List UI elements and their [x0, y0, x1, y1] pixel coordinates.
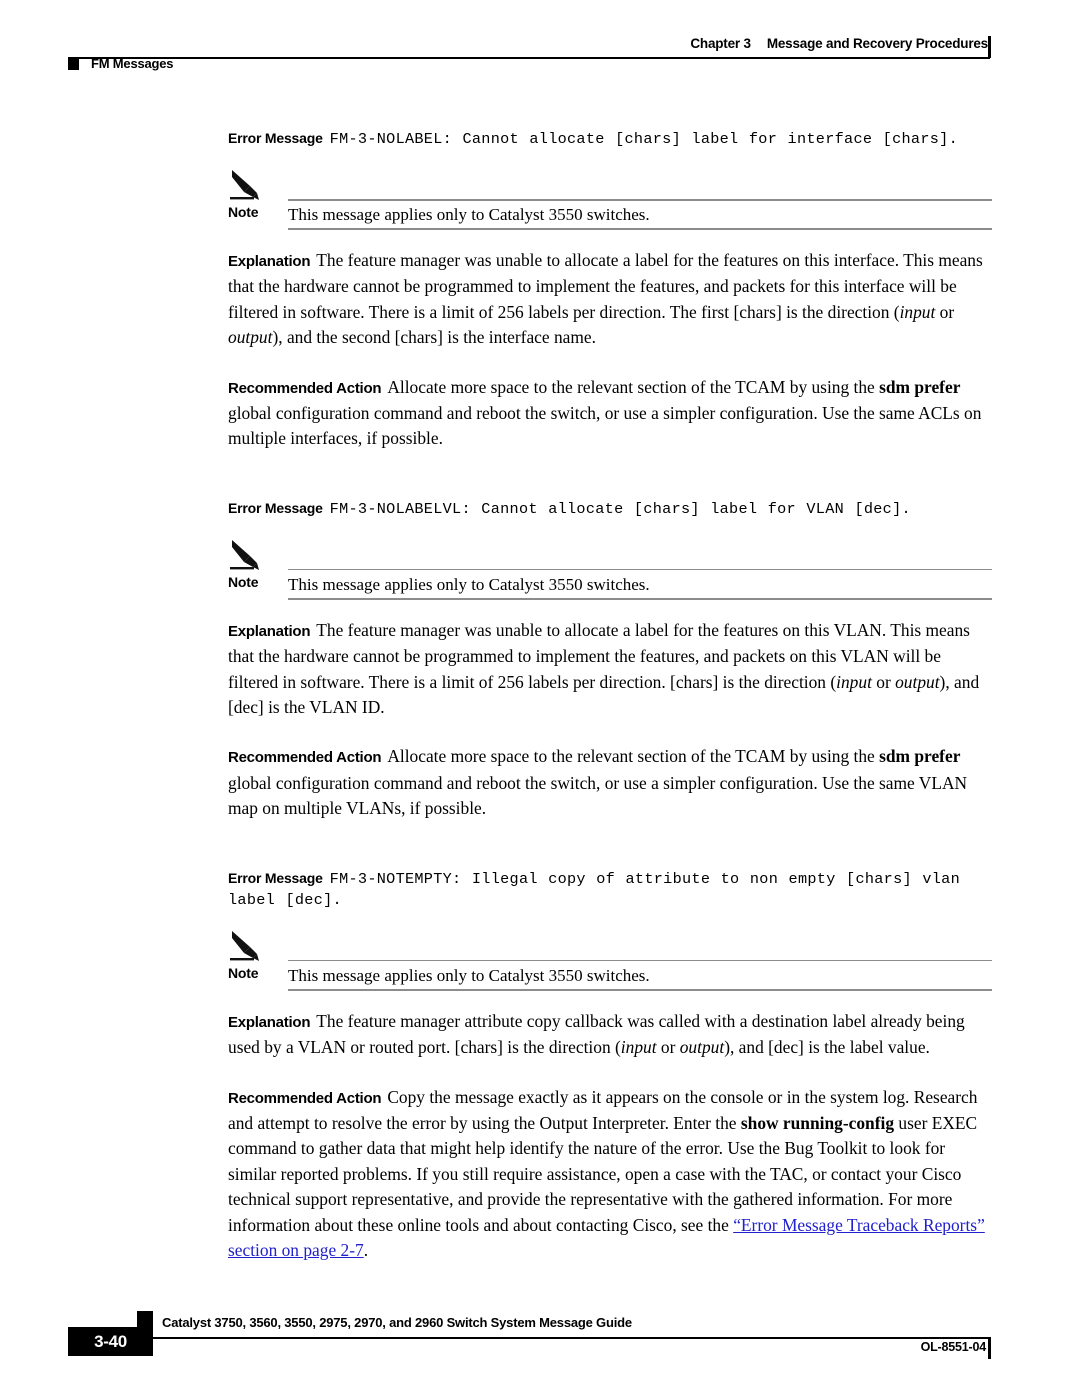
note-callout: Note This message applies only to Cataly…	[228, 168, 992, 230]
pencil-icon	[230, 538, 274, 574]
error-message-label: Error Message	[228, 869, 323, 886]
page-number-badge: 3-40	[68, 1327, 153, 1356]
note-row: Note This message applies only to Cataly…	[228, 574, 992, 600]
note-label: Note	[228, 964, 259, 981]
recommended-action-paragraph: Recommended Action Allocate more space to…	[228, 375, 992, 452]
note-label: Note	[228, 204, 259, 220]
note-text: This message applies only to Catalyst 35…	[288, 574, 650, 594]
pencil-icon	[230, 929, 274, 965]
note-rule-bottom	[288, 989, 992, 991]
explanation-label: Explanation	[228, 253, 311, 270]
explanation-emphasis-output: output	[679, 1037, 725, 1058]
error-message-line: Error Message FM-3-NOTEMPTY: Illegal copy…	[228, 868, 992, 911]
explanation-text-part-3: ), and the second [chars] is the interfa…	[272, 327, 596, 348]
note-text: This message applies only to Catalyst 35…	[288, 205, 650, 224]
footer-end-bar	[988, 1337, 991, 1359]
footer-guide-title: Catalyst 3750, 3560, 3550, 2975, 2970, a…	[162, 1315, 632, 1330]
error-message-text: FM-3-NOLABELVL: Cannot allocate [chars] …	[329, 499, 911, 518]
explanation-text-part-2: or	[871, 671, 896, 692]
action-command-show-running-config: show running-config	[740, 1112, 895, 1133]
error-message-label: Error Message	[228, 130, 323, 146]
action-text-part-3: .	[363, 1239, 369, 1260]
explanation-label: Explanation	[228, 622, 311, 640]
explanation-paragraph: Explanation The feature manager was unabl…	[228, 248, 992, 351]
error-message-label: Error Message	[228, 499, 323, 516]
note-row: Note This message applies only to Cataly…	[228, 965, 992, 991]
action-text-part-1: Allocate more space to the relevant sect…	[387, 376, 880, 397]
message-block: Error Message FM-3-NOTEMPTY: Illegal copy…	[228, 868, 992, 1264]
message-block: Error Message FM-3-NOLABELVL: Cannot allo…	[228, 498, 992, 822]
explanation-emphasis-input: input	[620, 1037, 657, 1058]
note-rule-top	[288, 199, 992, 201]
action-text-part-2: global configuration command and reboot …	[228, 772, 968, 819]
header-chapter-title: Message and Recovery Procedures	[766, 36, 988, 51]
recommended-action-paragraph: Recommended Action Copy the message exact…	[228, 1085, 992, 1264]
recommended-action-label: Recommended Action	[228, 1089, 382, 1107]
note-rule-top	[288, 959, 992, 962]
header-chapter-info: Chapter 3 Message and Recovery Procedures	[690, 36, 988, 51]
action-command-sdm-prefer: sdm prefer	[879, 376, 961, 397]
action-command-sdm-prefer: sdm prefer	[879, 746, 961, 767]
explanation-emphasis-output: output	[228, 327, 273, 348]
header-rule	[68, 57, 990, 59]
note-rule-bottom	[288, 598, 992, 600]
action-text-part-2: global configuration command and reboot …	[228, 403, 982, 449]
explanation-label: Explanation	[228, 1013, 311, 1031]
message-block: Error Message FM-3-NOLABEL: Cannot alloca…	[228, 128, 992, 452]
header-section: FM Messages	[68, 56, 174, 71]
recommended-action-label: Recommended Action	[228, 379, 382, 397]
page-header: Chapter 3 Message and Recovery Procedures…	[0, 0, 1080, 92]
footer-rule	[68, 1337, 990, 1339]
note-rule-top	[288, 568, 992, 571]
explanation-emphasis-input: input	[899, 301, 936, 322]
note-text: This message applies only to Catalyst 35…	[288, 965, 650, 985]
header-section-label: FM Messages	[91, 56, 174, 71]
explanation-text-part-1: The feature manager was unable to alloca…	[228, 250, 983, 322]
explanation-emphasis-input: input	[836, 671, 872, 692]
action-text-part-1: Allocate more space to the relevant sect…	[387, 746, 880, 767]
note-callout: Note This message applies only to Cataly…	[228, 929, 992, 991]
page-content: Error Message FM-3-NOLABEL: Cannot alloca…	[228, 128, 992, 1263]
header-chapter-number: Chapter 3	[690, 36, 751, 51]
error-message-line: Error Message FM-3-NOLABELVL: Cannot allo…	[228, 498, 992, 520]
explanation-text-part-2: or	[656, 1037, 680, 1058]
error-message-text: FM-3-NOTEMPTY: Illegal copy of attribute…	[228, 869, 960, 909]
square-bullet-icon	[68, 57, 79, 70]
explanation-text-part-3: ), and [dec] is the label value.	[724, 1037, 930, 1058]
recommended-action-label: Recommended Action	[228, 749, 382, 767]
note-rule-bottom	[288, 228, 992, 230]
explanation-paragraph: Explanation The feature manager attribute…	[228, 1009, 992, 1061]
pencil-icon	[230, 168, 274, 204]
note-callout: Note This message applies only to Cataly…	[228, 538, 992, 600]
footer-document-id: OL-8551-04	[920, 1340, 987, 1354]
recommended-action-paragraph: Recommended Action Allocate more space to…	[228, 744, 992, 821]
explanation-paragraph: Explanation The feature manager was unabl…	[228, 618, 992, 721]
note-label: Note	[228, 573, 259, 590]
header-end-bar	[988, 36, 991, 58]
error-message-text: FM-3-NOLABEL: Cannot allocate [chars] la…	[329, 130, 958, 148]
note-row: Note This message applies only to Cataly…	[228, 204, 992, 230]
explanation-emphasis-output: output	[895, 671, 940, 692]
explanation-text-part-2: or	[935, 301, 955, 322]
error-message-line: Error Message FM-3-NOLABEL: Cannot alloca…	[228, 128, 992, 150]
